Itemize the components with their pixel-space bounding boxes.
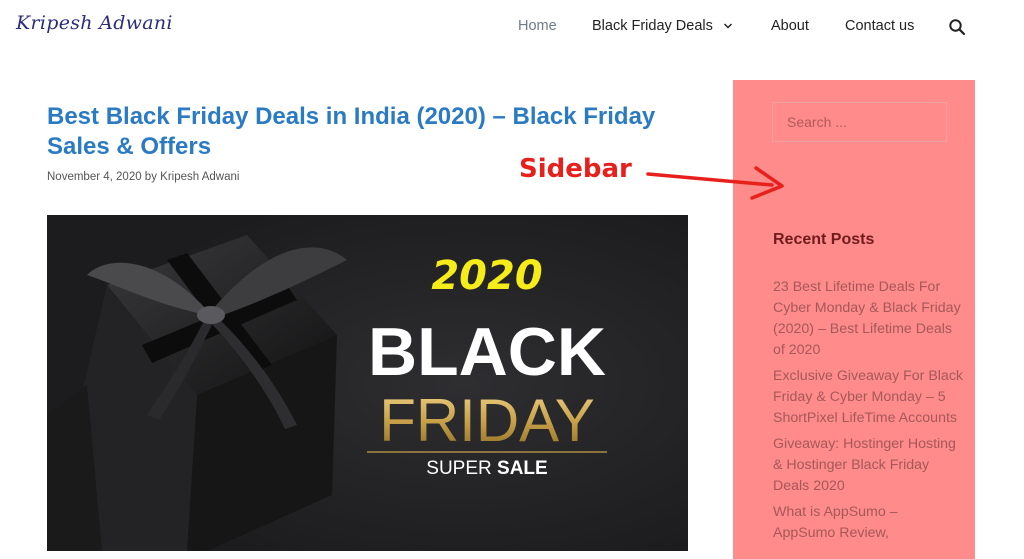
featured-image: 2020 BLACK FRIDAY SUPER SALE <box>47 215 688 551</box>
recent-post-link[interactable]: Exclusive Giveaway For Black Friday & Cy… <box>773 366 963 429</box>
annotation-label: Sidebar <box>519 154 632 184</box>
banner-year: 2020 <box>431 253 542 299</box>
recent-posts-title: Recent Posts <box>773 231 875 248</box>
post-meta: November 4, 2020 by Kripesh Adwani <box>47 171 240 183</box>
banner-line1: BLACK <box>368 314 606 390</box>
nav-item-black-friday-deals[interactable]: Black Friday Deals <box>592 18 733 34</box>
recent-posts-list: 23 Best Lifetime Deals For Cyber Monday … <box>773 277 963 549</box>
nav-item-label: Black Friday Deals <box>592 18 713 34</box>
chevron-down-icon <box>723 23 732 29</box>
recent-post-link[interactable]: 23 Best Lifetime Deals For Cyber Monday … <box>773 277 963 361</box>
sidebar-search-input[interactable] <box>772 102 947 142</box>
search-icon[interactable] <box>948 18 966 36</box>
banner-line2: FRIDAY <box>379 387 595 454</box>
nav-item-home[interactable]: Home <box>518 18 557 34</box>
black-friday-banner: 2020 BLACK FRIDAY SUPER SALE <box>47 215 688 551</box>
site-header: Kripesh Adwani Home Black Friday Deals A… <box>0 0 1024 56</box>
nav-item-about[interactable]: About <box>771 18 809 34</box>
nav-item-contact-us[interactable]: Contact us <box>845 18 914 34</box>
recent-post-link[interactable]: Giveaway: Hostinger Hosting & Hostinger … <box>773 434 963 497</box>
banner-tagline: SUPER SALE <box>426 458 547 479</box>
recent-post-link[interactable]: What is AppSumo – AppSumo Review, <box>773 502 963 544</box>
annotation-arrow-icon <box>646 166 784 200</box>
site-logo[interactable]: Kripesh Adwani <box>16 12 173 34</box>
post-title[interactable]: Best Black Friday Deals in India (2020) … <box>47 102 677 162</box>
